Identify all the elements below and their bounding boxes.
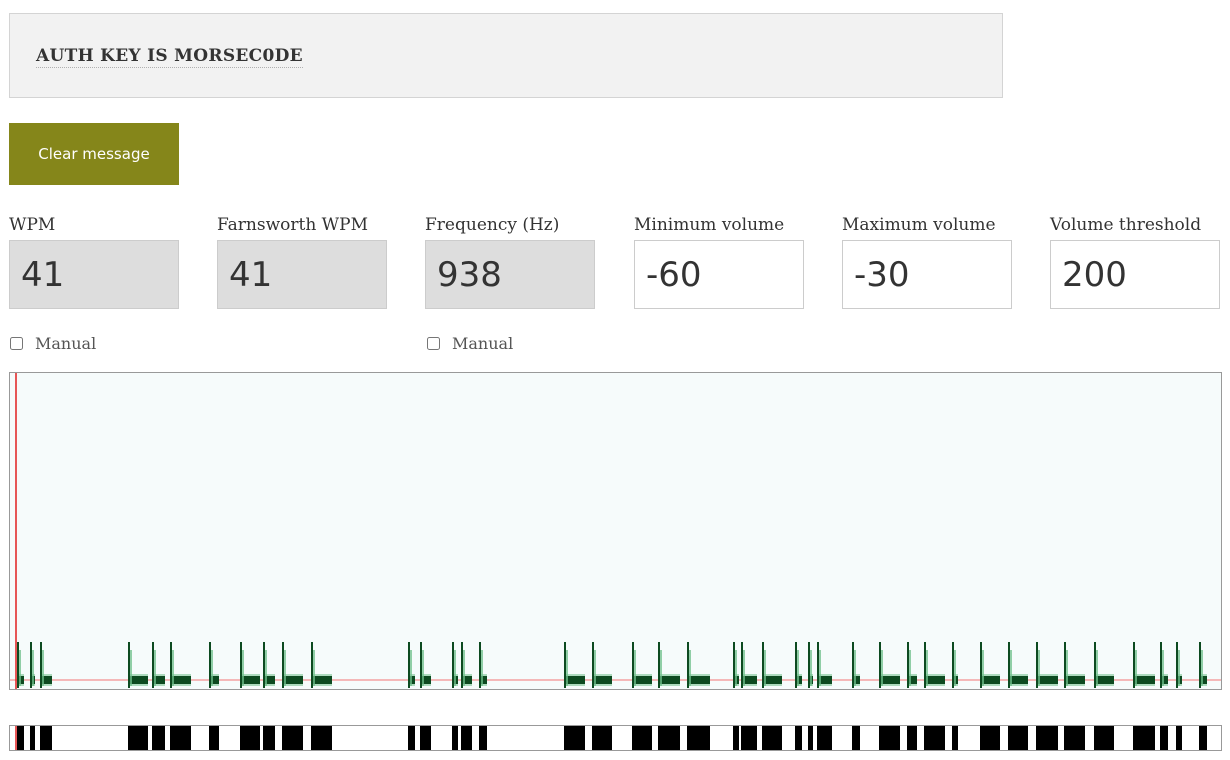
wpm-field-group: WPM bbox=[9, 213, 179, 309]
timeline-pulse bbox=[1008, 726, 1028, 750]
volume-threshold-input[interactable] bbox=[1050, 240, 1220, 309]
timeline-pulse bbox=[263, 726, 275, 750]
decoded-message-text: AUTH KEY IS MORSEC0DE bbox=[36, 46, 303, 68]
manual-frequency-label: Manual bbox=[452, 334, 514, 353]
timeline-pulse bbox=[170, 726, 191, 750]
timeline-pulse bbox=[952, 726, 958, 750]
timeline-pulse bbox=[808, 726, 813, 750]
wpm-label: WPM bbox=[9, 215, 56, 235]
timeline-pulse bbox=[282, 726, 303, 750]
timeline-pulse bbox=[592, 726, 612, 750]
frequency-input[interactable] bbox=[425, 240, 595, 309]
timeline-pulse bbox=[311, 726, 332, 750]
volume-threshold-field-group: Volume threshold bbox=[1050, 213, 1220, 309]
timeline-pulse bbox=[240, 726, 260, 750]
frequency-label: Frequency (Hz) bbox=[425, 215, 560, 235]
timeline-pulse bbox=[1176, 726, 1182, 750]
timeline-pulse bbox=[1199, 726, 1207, 750]
wpm-input[interactable] bbox=[9, 240, 179, 309]
timeline-pulse bbox=[879, 726, 900, 750]
timeline-pulse bbox=[420, 726, 431, 750]
farnsworth-wpm-input[interactable] bbox=[217, 240, 387, 309]
timeline-pulse bbox=[687, 726, 710, 750]
farnsworth-wpm-label: Farnsworth WPM bbox=[217, 215, 368, 235]
timeline-pulse bbox=[1064, 726, 1085, 750]
timeline-pulse bbox=[128, 726, 148, 750]
timeline-pulse bbox=[17, 726, 24, 750]
manual-wpm-label: Manual bbox=[35, 334, 97, 353]
min-volume-field-group: Minimum volume bbox=[634, 213, 804, 309]
timeline-pulse bbox=[658, 726, 680, 750]
timeline-pulse bbox=[795, 726, 802, 750]
volume-threshold-label: Volume threshold bbox=[1050, 215, 1202, 235]
timeline-pulse bbox=[1094, 726, 1114, 750]
timeline-pulse bbox=[632, 726, 652, 750]
timeline-pulse bbox=[452, 726, 458, 750]
spectrogram-panel bbox=[9, 372, 1222, 690]
timeline-pulse bbox=[30, 726, 35, 750]
max-volume-input[interactable] bbox=[842, 240, 1012, 309]
signal-timeline[interactable] bbox=[9, 725, 1222, 751]
decoded-message-box: AUTH KEY IS MORSEC0DE bbox=[9, 13, 1003, 98]
min-volume-label: Minimum volume bbox=[634, 215, 785, 235]
timeline-pulse bbox=[1160, 726, 1168, 750]
clear-message-button[interactable]: Clear message bbox=[9, 123, 179, 185]
timeline-pulse bbox=[461, 726, 472, 750]
timeline-canvas bbox=[15, 726, 1207, 750]
timeline-pulse bbox=[762, 726, 782, 750]
timeline-pulse bbox=[479, 726, 487, 750]
max-volume-field-group: Maximum volume bbox=[842, 213, 1012, 309]
max-volume-label: Maximum volume bbox=[842, 215, 996, 235]
min-volume-input[interactable] bbox=[634, 240, 804, 309]
farnsworth-wpm-field-group: Farnsworth WPM bbox=[217, 213, 387, 309]
timeline-pulse bbox=[733, 726, 739, 750]
timeline-pulse bbox=[817, 726, 832, 750]
timeline-pulse bbox=[1133, 726, 1155, 750]
timeline-pulse bbox=[209, 726, 219, 750]
timeline-pulse bbox=[980, 726, 1000, 750]
timeline-pulse bbox=[852, 726, 860, 750]
manual-wpm-toggle[interactable]: Manual bbox=[10, 334, 96, 353]
timeline-pulse bbox=[152, 726, 165, 750]
timeline-pulse bbox=[408, 726, 415, 750]
timeline-pulse bbox=[741, 726, 757, 750]
manual-frequency-toggle[interactable]: Manual bbox=[427, 334, 513, 353]
timeline-pulse bbox=[40, 726, 52, 750]
timeline-pulse bbox=[564, 726, 585, 750]
spectrogram-canvas bbox=[10, 373, 1221, 689]
manual-wpm-checkbox[interactable] bbox=[10, 337, 23, 350]
timeline-pulse bbox=[1036, 726, 1058, 750]
timeline-pulse bbox=[907, 726, 917, 750]
frequency-field-group: Frequency (Hz) bbox=[425, 213, 595, 309]
manual-frequency-checkbox[interactable] bbox=[427, 337, 440, 350]
timeline-pulse bbox=[924, 726, 945, 750]
